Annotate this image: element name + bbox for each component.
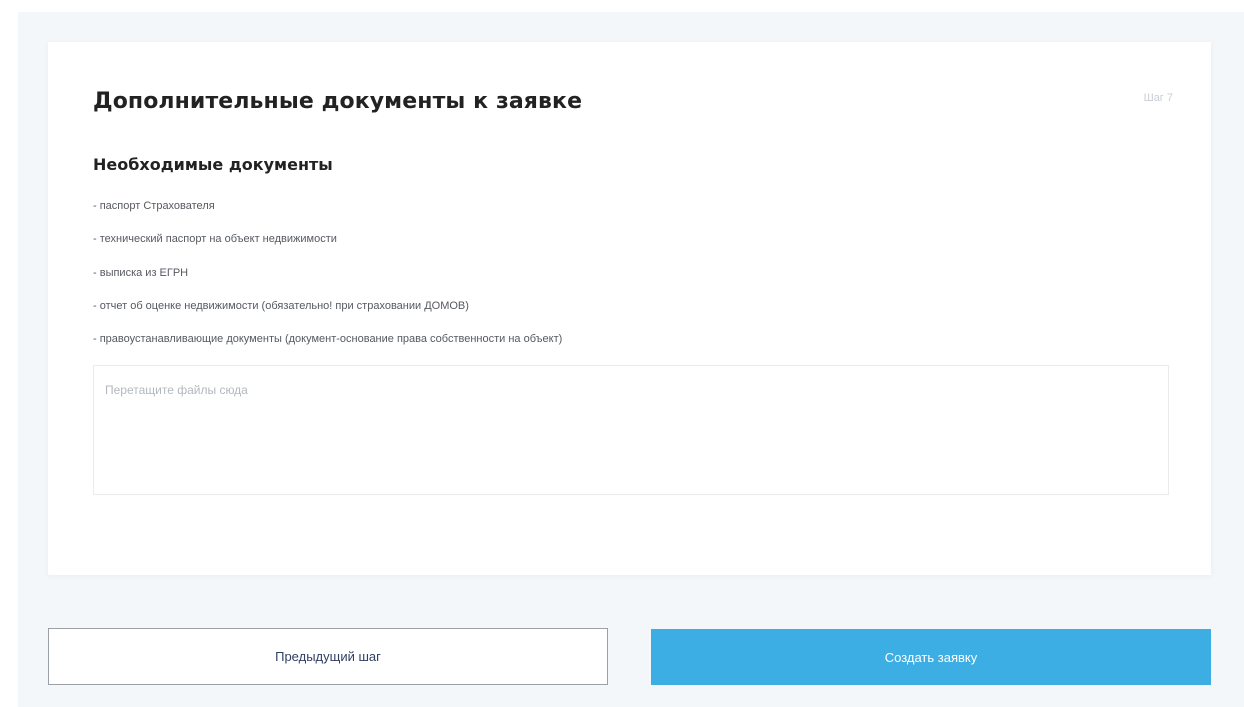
document-item-technical-passport: - технический паспорт на объект недвижим… xyxy=(93,233,337,246)
required-documents-list: - паспорт Страхователя - технический пас… xyxy=(93,201,562,367)
documents-card: Дополнительные документы к заявке Шаг 7 … xyxy=(48,42,1211,575)
page-title: Дополнительные документы к заявке xyxy=(93,89,583,114)
document-item-passport: - паспорт Страхователя xyxy=(93,200,215,212)
document-item-valuation-report: - отчет об оценке недвижимости (обязател… xyxy=(93,299,469,312)
section-title: Необходимые документы xyxy=(93,155,333,174)
document-item-title-documents: - правоустанавливающие документы (докуме… xyxy=(93,333,563,346)
file-dropzone[interactable]: Перетащите файлы сюда xyxy=(93,365,1169,495)
create-application-button[interactable]: Создать заявку xyxy=(651,629,1211,685)
step-indicator: Шаг 7 xyxy=(1143,92,1173,104)
previous-step-button[interactable]: Предыдущий шаг xyxy=(48,628,608,685)
dropzone-hint: Перетащите файлы сюда xyxy=(105,383,248,397)
document-item-egrn-extract: - выписка из ЕГРН xyxy=(93,266,189,279)
